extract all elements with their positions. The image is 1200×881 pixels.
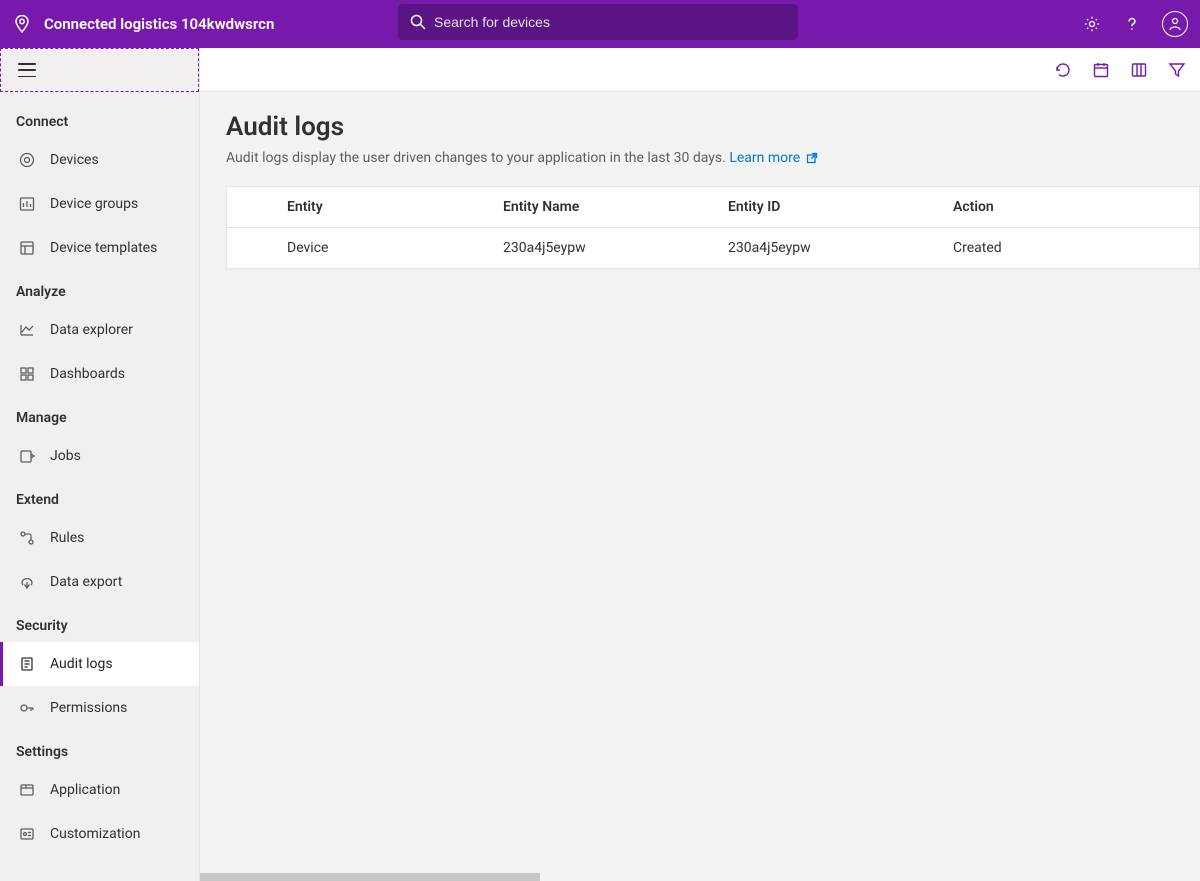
sidebar-item-data-explorer[interactable]: Data explorer xyxy=(0,308,199,352)
horizontal-scrollbar[interactable] xyxy=(200,873,1200,881)
sidebar-item-label: Rules xyxy=(50,530,84,546)
nav-section-extend: Extend xyxy=(0,478,199,516)
gear-icon[interactable] xyxy=(1082,14,1102,34)
sidebar-item-dashboards[interactable]: Dashboards xyxy=(0,352,199,396)
sidebar-item-label: Devices xyxy=(50,152,99,168)
rules-icon xyxy=(18,529,36,547)
external-link-icon xyxy=(806,152,818,164)
sidebar-item-rules[interactable]: Rules xyxy=(0,516,199,560)
sidebar: Connect Devices Device groups Device tem… xyxy=(0,48,200,881)
scrollbar-thumb[interactable] xyxy=(200,873,540,881)
sidebar-item-label: Customization xyxy=(50,826,140,842)
linechart-icon xyxy=(18,321,36,339)
main-area: Audit logs Audit logs display the user d… xyxy=(200,48,1200,881)
custom-icon xyxy=(18,825,36,843)
search-box[interactable] xyxy=(398,4,798,40)
sidebar-item-customization[interactable]: Customization xyxy=(0,812,199,856)
search-input[interactable] xyxy=(434,14,786,30)
sidebar-item-label: Application xyxy=(50,782,120,798)
sidebar-item-label: Audit logs xyxy=(50,656,113,672)
sidebar-item-device-groups[interactable]: Device groups xyxy=(0,182,199,226)
cell-entity-name: 230a4j5eypw xyxy=(487,228,712,269)
dashboard-icon xyxy=(18,365,36,383)
audit-log-table: Entity Entity Name Entity ID Action Devi… xyxy=(226,186,1200,269)
page-description-text: Audit logs display the user driven chang… xyxy=(226,150,729,166)
learn-more-link[interactable]: Learn more xyxy=(729,150,817,166)
export-icon xyxy=(18,573,36,591)
nav-section-security: Security xyxy=(0,604,199,642)
avatar[interactable] xyxy=(1162,11,1188,37)
col-entity[interactable]: Entity xyxy=(227,187,487,228)
cell-entity-id: 230a4j5eypw xyxy=(712,228,937,269)
search-icon xyxy=(410,14,426,30)
app-brand: Connected logistics 104kwdwsrcn xyxy=(12,14,274,34)
col-entity-name[interactable]: Entity Name xyxy=(487,187,712,228)
page-description: Audit logs display the user driven chang… xyxy=(226,150,1200,166)
table-row[interactable]: Device 230a4j5eypw 230a4j5eypw Created xyxy=(227,228,1199,269)
sidebar-item-application[interactable]: Application xyxy=(0,768,199,812)
col-action[interactable]: Action xyxy=(937,187,1199,228)
app-icon xyxy=(18,781,36,799)
command-bar xyxy=(200,48,1200,92)
col-entity-id[interactable]: Entity ID xyxy=(712,187,937,228)
nav-section-analyze: Analyze xyxy=(0,270,199,308)
top-header: Connected logistics 104kwdwsrcn xyxy=(0,0,1200,48)
template-icon xyxy=(18,239,36,257)
filter-icon[interactable] xyxy=(1168,61,1186,79)
sidebar-item-device-templates[interactable]: Device templates xyxy=(0,226,199,270)
cell-entity: Device xyxy=(227,228,487,269)
sidebar-item-label: Data explorer xyxy=(50,322,133,338)
columns-icon[interactable] xyxy=(1130,61,1148,79)
sidebar-item-label: Permissions xyxy=(50,700,127,716)
refresh-icon[interactable] xyxy=(1054,61,1072,79)
sidebar-item-label: Jobs xyxy=(50,448,81,464)
sidebar-toggle-row xyxy=(0,48,199,92)
help-icon[interactable] xyxy=(1122,14,1142,34)
top-right-actions xyxy=(1082,0,1188,48)
sidebar-item-label: Dashboards xyxy=(50,366,125,382)
chart-icon xyxy=(18,195,36,213)
sidebar-item-data-export[interactable]: Data export xyxy=(0,560,199,604)
device-icon xyxy=(18,151,36,169)
sidebar-item-label: Data export xyxy=(50,574,122,590)
location-pin-icon xyxy=(12,14,32,34)
permissions-icon xyxy=(18,699,36,717)
hamburger-icon[interactable] xyxy=(18,63,36,77)
app-title: Connected logistics 104kwdwsrcn xyxy=(44,15,274,33)
sidebar-item-label: Device groups xyxy=(50,196,138,212)
nav-section-connect: Connect xyxy=(0,100,199,138)
cell-action: Created xyxy=(937,228,1199,269)
table-header-row: Entity Entity Name Entity ID Action xyxy=(227,187,1199,228)
page-title: Audit logs xyxy=(226,112,1200,142)
calendar-icon[interactable] xyxy=(1092,61,1110,79)
auditlog-icon xyxy=(18,655,36,673)
sidebar-item-jobs[interactable]: Jobs xyxy=(0,434,199,478)
sidebar-item-devices[interactable]: Devices xyxy=(0,138,199,182)
sidebar-item-permissions[interactable]: Permissions xyxy=(0,686,199,730)
nav-section-manage: Manage xyxy=(0,396,199,434)
sidebar-item-label: Device templates xyxy=(50,240,157,256)
nav-section-settings: Settings xyxy=(0,730,199,768)
jobs-icon xyxy=(18,447,36,465)
sidebar-item-audit-logs[interactable]: Audit logs xyxy=(0,642,199,686)
